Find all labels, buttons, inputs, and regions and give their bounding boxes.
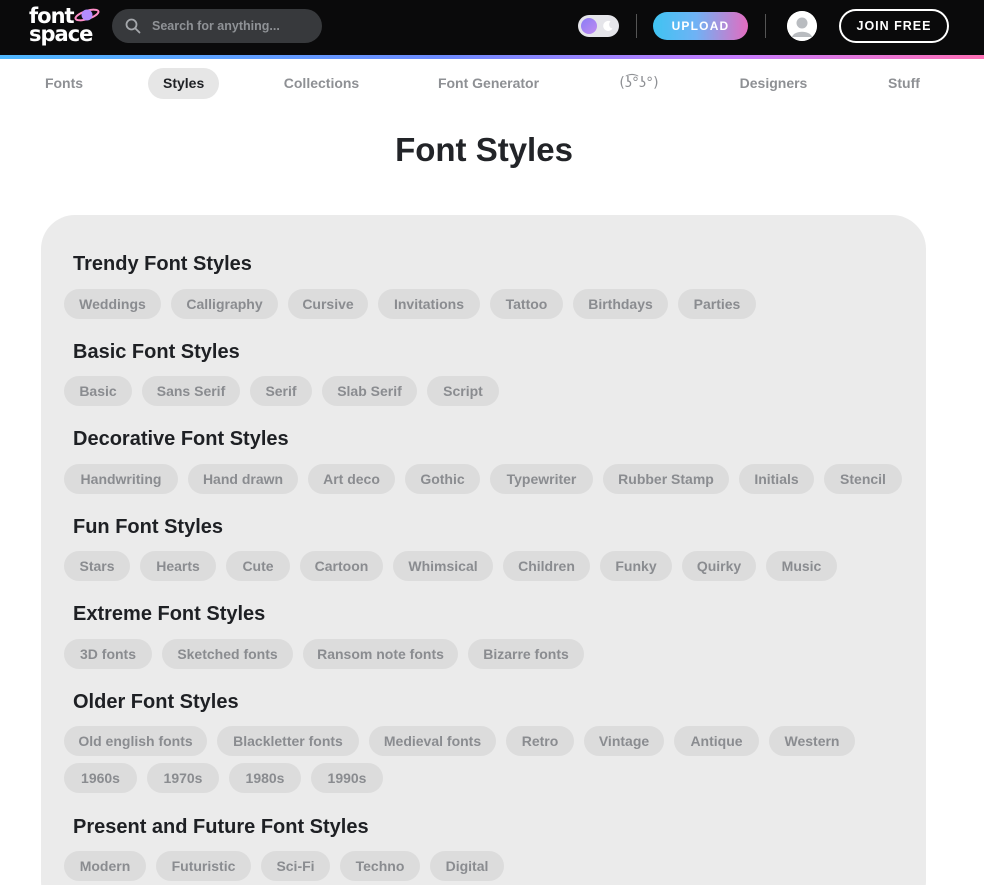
tag-whimsical[interactable]: Whimsical	[393, 551, 493, 581]
tag-funky[interactable]: Funky	[600, 551, 672, 581]
tag-art-deco[interactable]: Art deco	[308, 464, 395, 494]
header-gradient-bar	[0, 55, 984, 59]
search-box[interactable]	[112, 9, 322, 43]
tag-typewriter[interactable]: Typewriter	[490, 464, 593, 494]
tag-stars[interactable]: Stars	[64, 551, 130, 581]
nav-stuff[interactable]: Stuff	[884, 68, 924, 99]
tag-sketched-fonts[interactable]: Sketched fonts	[162, 639, 293, 669]
section-heading-extreme: Extreme Font Styles	[73, 603, 266, 625]
tag-hand-drawn[interactable]: Hand drawn	[188, 464, 298, 494]
top-header: font space UPLOAD JOIN FREE	[0, 0, 984, 55]
section-heading-trendy: Trendy Font Styles	[73, 253, 252, 275]
tag-antique[interactable]: Antique	[674, 726, 759, 756]
planet-icon	[74, 8, 100, 22]
tag-calligraphy[interactable]: Calligraphy	[171, 289, 278, 319]
tag-tattoo[interactable]: Tattoo	[490, 289, 563, 319]
nav-lenny-face[interactable]: (ʖ͡°ʖ°)	[615, 68, 663, 99]
section-heading-decorative: Decorative Font Styles	[73, 428, 289, 450]
tag-initials[interactable]: Initials	[739, 464, 814, 494]
tag-1960s[interactable]: 1960s	[64, 763, 137, 793]
header-divider	[636, 14, 637, 38]
moon-icon	[603, 20, 613, 31]
tag-medieval-fonts[interactable]: Medieval fonts	[369, 726, 496, 756]
tag-blackletter-fonts[interactable]: Blackletter fonts	[217, 726, 359, 756]
join-free-button[interactable]: JOIN FREE	[839, 9, 949, 43]
tag-digital[interactable]: Digital	[430, 851, 504, 881]
search-input[interactable]	[152, 9, 312, 43]
search-icon	[125, 18, 141, 34]
tag-1970s[interactable]: 1970s	[147, 763, 219, 793]
tag-vintage[interactable]: Vintage	[584, 726, 664, 756]
tag-weddings[interactable]: Weddings	[64, 289, 161, 319]
theme-toggle[interactable]	[578, 15, 619, 37]
tag-1980s[interactable]: 1980s	[229, 763, 301, 793]
nav-styles[interactable]: Styles	[148, 68, 219, 99]
tag-futuristic[interactable]: Futuristic	[156, 851, 251, 881]
tag-music[interactable]: Music	[766, 551, 837, 581]
tag-retro[interactable]: Retro	[506, 726, 574, 756]
tag-hearts[interactable]: Hearts	[140, 551, 216, 581]
tag-parties[interactable]: Parties	[678, 289, 756, 319]
tag-western[interactable]: Western	[769, 726, 855, 756]
section-heading-fun: Fun Font Styles	[73, 516, 223, 538]
section-heading-basic: Basic Font Styles	[73, 341, 240, 363]
tag-techno[interactable]: Techno	[340, 851, 420, 881]
section-heading-older: Older Font Styles	[73, 691, 239, 713]
header-divider	[765, 14, 766, 38]
toggle-knob	[581, 18, 597, 34]
tag-modern[interactable]: Modern	[64, 851, 146, 881]
tag-invitations[interactable]: Invitations	[378, 289, 480, 319]
tag-sci-fi[interactable]: Sci-Fi	[261, 851, 330, 881]
tag-sans-serif[interactable]: Sans Serif	[142, 376, 240, 406]
section-heading-present-future: Present and Future Font Styles	[73, 816, 369, 838]
tag-3d-fonts[interactable]: 3D fonts	[64, 639, 152, 669]
user-icon	[787, 11, 817, 41]
avatar[interactable]	[787, 11, 817, 41]
tag-serif[interactable]: Serif	[250, 376, 312, 406]
fontspace-logo[interactable]: font space	[29, 6, 101, 48]
page-title: Font Styles	[395, 131, 573, 168]
nav-fonts[interactable]: Fonts	[43, 68, 85, 99]
logo-text-space: space	[29, 22, 93, 46]
nav-designers[interactable]: Designers	[737, 68, 810, 99]
tag-children[interactable]: Children	[503, 551, 590, 581]
tag-rubber-stamp[interactable]: Rubber Stamp	[603, 464, 729, 494]
tag-cursive[interactable]: Cursive	[288, 289, 368, 319]
tag-handwriting[interactable]: Handwriting	[64, 464, 178, 494]
tag-1990s[interactable]: 1990s	[311, 763, 383, 793]
tag-gothic[interactable]: Gothic	[405, 464, 480, 494]
nav-collections[interactable]: Collections	[282, 68, 361, 99]
tag-quirky[interactable]: Quirky	[682, 551, 756, 581]
tag-slab-serif[interactable]: Slab Serif	[322, 376, 417, 406]
upload-button[interactable]: UPLOAD	[653, 12, 748, 40]
tag-script[interactable]: Script	[427, 376, 499, 406]
tag-birthdays[interactable]: Birthdays	[573, 289, 668, 319]
tag-cute[interactable]: Cute	[226, 551, 290, 581]
tag-basic[interactable]: Basic	[64, 376, 132, 406]
tag-cartoon[interactable]: Cartoon	[300, 551, 383, 581]
tag-ransom-note-fonts[interactable]: Ransom note fonts	[303, 639, 458, 669]
tag-bizarre-fonts[interactable]: Bizarre fonts	[468, 639, 584, 669]
tag-old-english-fonts[interactable]: Old english fonts	[64, 726, 207, 756]
tag-stencil[interactable]: Stencil	[824, 464, 902, 494]
nav-font-generator[interactable]: Font Generator	[436, 68, 541, 99]
